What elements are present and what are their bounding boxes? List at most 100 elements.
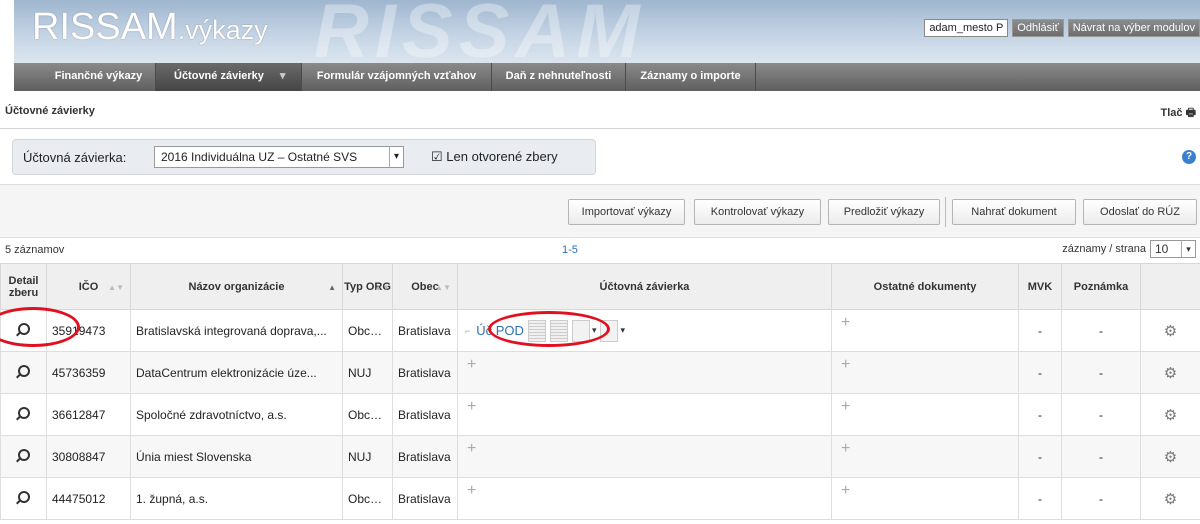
add-icon[interactable]: +	[467, 440, 476, 457]
add-icon[interactable]: +	[841, 482, 850, 499]
name-cell: Bratislavská integrovaná doprava,...	[130, 309, 343, 352]
add-icon[interactable]: +	[467, 356, 476, 373]
printer-icon: 🖶	[1185, 107, 1196, 119]
user-name: adam_mesto P	[924, 19, 1009, 37]
sort-icon: ▲▼	[108, 283, 124, 292]
pager: 5 záznamov 1-5 záznamy / strana 10 ▾	[0, 240, 1200, 262]
filter-panel: Účtovná závierka: 2016 Individuálna UZ –…	[12, 139, 596, 175]
other-docs-cell: +	[831, 393, 1019, 436]
page-range-link[interactable]: 1-5	[562, 244, 578, 256]
detail-cell	[0, 351, 47, 394]
city-cell: Bratislava	[392, 351, 458, 394]
control-button[interactable]: Kontrolovať výkazy	[694, 199, 821, 225]
detail-cell	[0, 477, 47, 520]
gear-icon[interactable]: ⚙	[1164, 365, 1177, 382]
mvk-cell: -	[1018, 309, 1062, 352]
add-icon[interactable]: +	[841, 440, 850, 457]
type-cell: Obch. ...	[342, 309, 393, 352]
banner-background-word: RISSAM	[314, 0, 646, 63]
actions-cell: ⚙	[1140, 435, 1200, 478]
col-detail: Detail zberu	[0, 263, 47, 310]
magnifier-icon[interactable]	[17, 365, 30, 377]
submit-button[interactable]: Predložiť výkazy	[828, 199, 940, 225]
ico-cell: 30808847	[46, 435, 131, 478]
chevron-down-icon: ▾	[1181, 241, 1195, 257]
col-name-label: Názov organizácie	[188, 280, 285, 293]
note-cell: -	[1061, 477, 1141, 520]
col-ico-label: IČO	[78, 280, 99, 293]
col-name[interactable]: Názov organizácie ▲	[130, 263, 343, 310]
table-row[interactable]: 44475012 1. župná, a.s. Obch. ... Bratis…	[0, 477, 1200, 520]
mvk-cell: -	[1018, 351, 1062, 394]
user-box: adam_mesto P Odhlásiť Návrat na výber mo…	[924, 19, 1200, 37]
menu-item-zaznamy[interactable]: Záznamy o importe	[626, 63, 756, 91]
name-cell: Únia miest Slovenska	[130, 435, 343, 478]
note-cell: -	[1061, 309, 1141, 352]
sort-asc-icon: ▲	[328, 283, 336, 292]
breadcrumb: Účtovné závierky Tlač 🖶	[0, 92, 1200, 129]
magnifier-icon[interactable]	[17, 407, 30, 419]
sort-icon: ▲▼	[374, 283, 390, 292]
statement-cell: +	[457, 477, 832, 520]
gear-icon[interactable]: ⚙	[1164, 491, 1177, 508]
add-icon[interactable]: +	[841, 314, 850, 331]
expand-icon[interactable]: ⌐	[465, 326, 470, 336]
gear-icon[interactable]: ⚙	[1164, 407, 1177, 424]
ico-cell: 45736359	[46, 351, 131, 394]
name-cell: 1. župná, a.s.	[130, 477, 343, 520]
menu-item-uctovne-zavierky[interactable]: Účtovné závierky ▾	[156, 63, 302, 91]
type-cell: NUJ	[342, 351, 393, 394]
menu-item-financne-vykazy[interactable]: Finančné výkazy	[42, 63, 156, 91]
table-row[interactable]: 45736359 DataCentrum elektronizácie úze.…	[0, 351, 1200, 394]
col-ico[interactable]: IČO ▲▼	[46, 263, 131, 310]
detail-cell	[0, 435, 47, 478]
send-to-ruz-button[interactable]: Odoslať do RÚZ	[1083, 199, 1197, 225]
toolbar-divider	[945, 197, 946, 227]
open-only-checkbox[interactable]: ☑ Len otvorené zbery	[431, 149, 558, 165]
logout-button[interactable]: Odhlásiť	[1012, 19, 1064, 37]
col-city[interactable]: Obec ▲▼	[392, 263, 458, 310]
menu-item-dan[interactable]: Daň z nehnuteľnosti	[492, 63, 626, 91]
col-type[interactable]: Typ ORG ▲▼	[342, 263, 393, 310]
statement-cell: +	[457, 393, 832, 436]
table-row[interactable]: 30808847 Únia miest Slovenska NUJ Bratis…	[0, 435, 1200, 478]
checkbox-label: Len otvorené zbery	[446, 149, 558, 164]
mvk-cell: -	[1018, 435, 1062, 478]
help-icon[interactable]: ?	[1182, 150, 1196, 164]
app-logo[interactable]: RISSAM.výkazy	[32, 6, 268, 51]
add-icon[interactable]: +	[467, 398, 476, 415]
print-button[interactable]: Tlač 🖶	[1161, 104, 1196, 123]
name-cell: Spoločné zdravotníctvo, a.s.	[130, 393, 343, 436]
table-row[interactable]: 36612847 Spoločné zdravotníctvo, a.s. Ob…	[0, 393, 1200, 436]
chevron-down-icon: ▾	[389, 147, 403, 167]
add-icon[interactable]: +	[841, 398, 850, 415]
add-icon[interactable]: +	[841, 356, 850, 373]
per-page-select[interactable]: 10 ▾	[1150, 240, 1196, 258]
main-menu: Finančné výkazy Účtovné závierky ▾ Formul…	[14, 63, 1200, 91]
menu-item-formular[interactable]: Formulár vzájomných vzťahov	[302, 63, 492, 91]
col-mvk: MVK	[1018, 263, 1062, 310]
statement-select[interactable]: 2016 Individuálna UZ – Ostatné SVS ▾	[154, 146, 404, 168]
magnifier-icon[interactable]	[17, 449, 30, 461]
upload-document-button[interactable]: Nahrať dokument	[952, 199, 1076, 225]
col-actions	[1140, 263, 1200, 310]
magnifier-icon[interactable]	[17, 491, 30, 503]
gear-icon[interactable]: ⚙	[1164, 449, 1177, 466]
add-icon[interactable]: +	[467, 482, 476, 499]
filter-label: Účtovná závierka:	[23, 150, 127, 165]
actions-cell: ⚙	[1140, 393, 1200, 436]
mvk-cell: -	[1018, 393, 1062, 436]
note-cell: -	[1061, 435, 1141, 478]
other-docs-cell: +	[831, 477, 1019, 520]
logo-suffix: .výkazy	[177, 15, 268, 45]
gear-icon[interactable]: ⚙	[1164, 323, 1177, 340]
chevron-down-icon[interactable]: ▾	[620, 325, 625, 335]
checkbox-checked-icon: ☑	[431, 149, 443, 164]
back-to-modules-button[interactable]: Návrat na výber modulov	[1067, 19, 1200, 37]
col-note: Poznámka	[1061, 263, 1141, 310]
import-button[interactable]: Importovať výkazy	[568, 199, 685, 225]
record-count: 5 záznamov	[5, 244, 65, 256]
type-cell: Obch. ...	[342, 393, 393, 436]
note-cell: -	[1061, 393, 1141, 436]
city-cell: Bratislava	[392, 477, 458, 520]
